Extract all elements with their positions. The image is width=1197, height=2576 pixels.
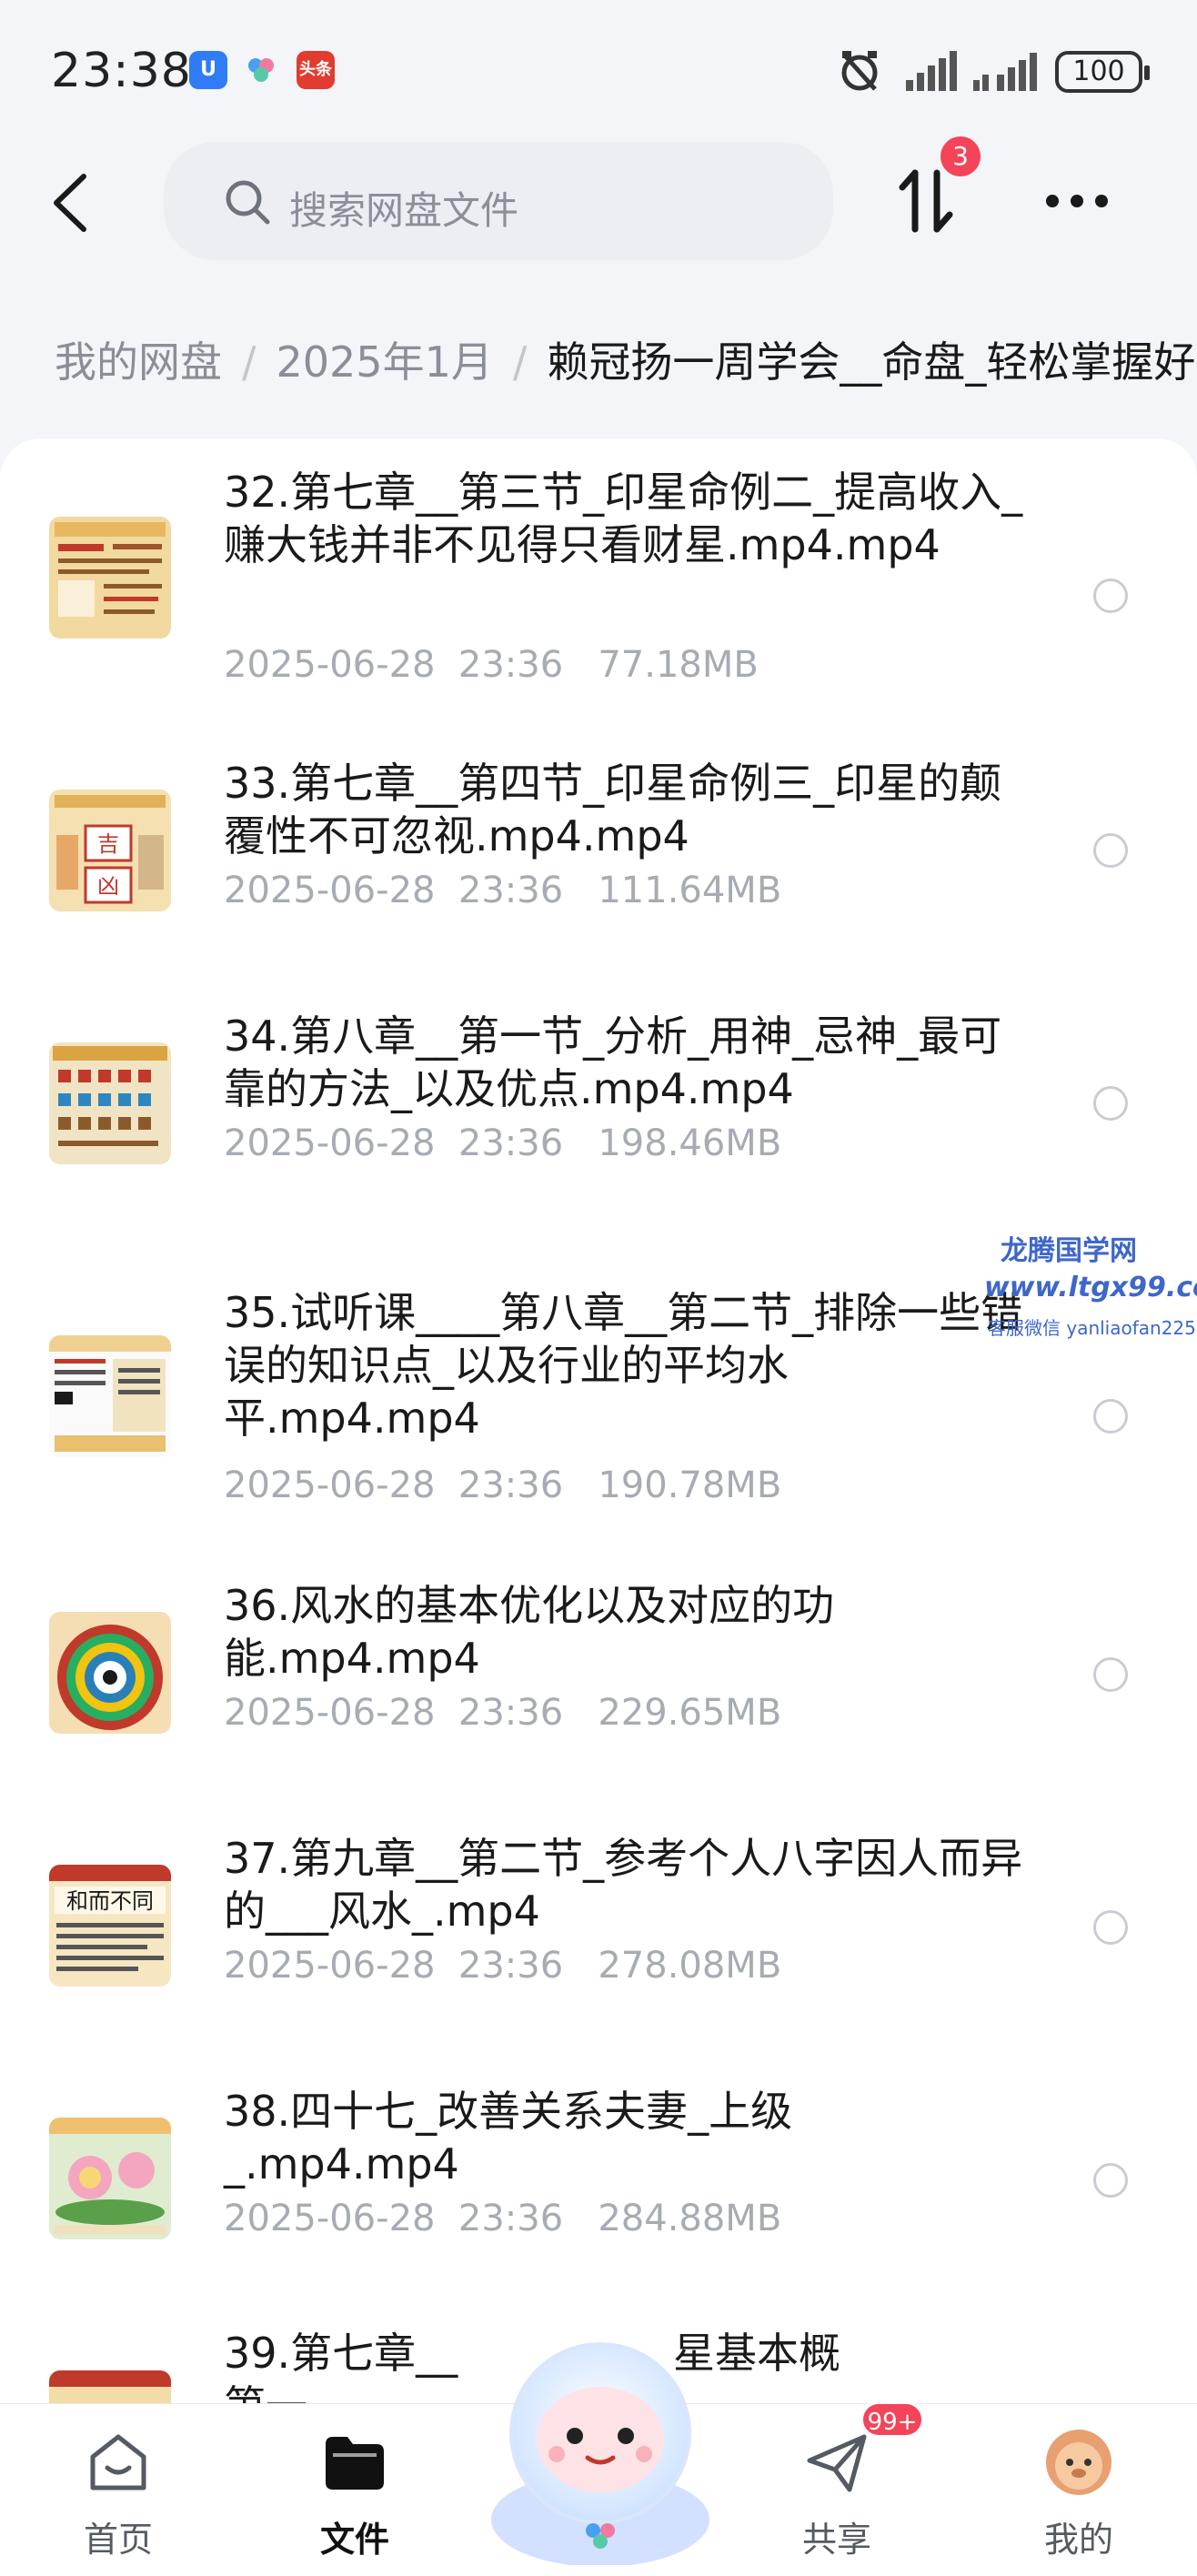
file-name[interactable]: 34.第八章__第一节_分析_用神_忌神_最可靠的方法_以及优点.mp4.mp4 [224, 1010, 1024, 1115]
more-icon[interactable] [1041, 191, 1113, 213]
news-app-icon: 头条 [297, 51, 335, 89]
file-meta: 2025-06-28 23:36 190.78MB [224, 1464, 782, 1506]
breadcrumb: 我的网盘 / 2025年1月 / 赖冠扬一周学会__命盘_轻松掌握好 [55, 329, 1197, 389]
svg-text:和而不同: 和而不同 [66, 1888, 154, 1914]
status-bar: 23:38 U 头条 100 [0, 0, 1197, 136]
breadcrumb-item-root[interactable]: 我的网盘 [55, 337, 222, 387]
file-name[interactable]: 39.第七章__第一 [224, 2327, 497, 2403]
video-thumbnail [49, 2118, 171, 2239]
file-name[interactable]: 32.第七章__第三节_印星命例二_提高收入_赚大钱并非不见得只看财星.mp4.… [224, 466, 1024, 571]
transfer-badge: 3 [940, 136, 981, 176]
select-radio[interactable] [1093, 833, 1128, 868]
tab-files[interactable]: 文件 [282, 2420, 428, 2566]
transfer-icon[interactable] [895, 164, 959, 236]
watermark-contact: 客服微信 yanliaofan225 [988, 1317, 1196, 1339]
search-input[interactable]: 搜索网盘文件 [164, 142, 833, 260]
tab-label: 首页 [83, 2520, 153, 2560]
search-placeholder: 搜索网盘文件 [289, 188, 519, 233]
file-name[interactable]: 38.四十七_改善关系夫妻_上级_.mp4.mp4 [224, 2085, 1024, 2190]
list-item[interactable]: 38.四十七_改善关系夫妻_上级_.mp4.mp4 2025-06-28 23:… [0, 2085, 1197, 2276]
avatar-icon [1044, 2428, 1113, 2497]
select-radio[interactable] [1093, 1086, 1128, 1121]
folder-icon [320, 2428, 389, 2497]
file-meta: 2025-06-28 23:36 77.18MB [224, 644, 759, 686]
share-badge: 99+ [860, 2401, 924, 2438]
file-name[interactable]: 35.试听课____第八章__第二节_排除一些错误的知识点_以及行业的平均水平.… [224, 1286, 1024, 1444]
video-thumbnail [49, 1042, 171, 1164]
battery-icon: 100 [1055, 51, 1150, 93]
file-meta: 2025-06-28 23:36 198.46MB [224, 1122, 782, 1164]
video-thumbnail [49, 517, 171, 639]
tab-home[interactable]: 首页 [45, 2420, 191, 2566]
video-thumbnail [49, 1335, 171, 1457]
list-item[interactable]: 34.第八章__第一节_分析_用神_忌神_最可靠的方法_以及优点.mp4.mp4… [0, 1011, 1197, 1219]
file-name[interactable]: 36.风水的基本优化以及对应的功能.mp4.mp4 [224, 1579, 1024, 1685]
select-radio[interactable] [1093, 579, 1128, 613]
svg-text:吉: 吉 [97, 831, 119, 857]
breadcrumb-separator: / [512, 337, 528, 387]
file-meta: 2025-06-28 23:36 111.64MB [224, 870, 782, 911]
file-meta: 2025-06-28 23:36 284.88MB [224, 2198, 782, 2239]
select-radio[interactable] [1093, 1910, 1128, 1945]
list-item[interactable]: 吉凶 33.第七章__第四节_印星命例三_印星的颠覆性不可忽视.mp4.mp4 … [0, 759, 1197, 966]
file-meta: 2025-06-28 23:36 278.08MB [224, 1945, 782, 1987]
signal-icon-2 [971, 47, 1041, 95]
select-radio[interactable] [1093, 2163, 1128, 2198]
svg-text:凶: 凶 [97, 873, 119, 899]
video-thumbnail: 吉凶 [49, 790, 171, 911]
assistant-mascot-icon[interactable] [482, 2338, 719, 2567]
share-icon [802, 2428, 871, 2497]
signal-icon [904, 47, 961, 95]
video-thumbnail [49, 1612, 171, 1734]
tab-label: 我的 [1043, 2520, 1113, 2560]
select-radio[interactable] [1093, 1657, 1128, 1692]
tab-label: 文件 [319, 2520, 389, 2560]
video-thumbnail [49, 2370, 171, 2403]
breadcrumb-item-current: 赖冠扬一周学会__命盘_轻松掌握好 [547, 337, 1196, 387]
breadcrumb-item-folder[interactable]: 2025年1月 [277, 337, 493, 387]
list-item[interactable]: 和而不同 37.第九章__第二节_参考个人八字因人而异的___风水_.mp4 2… [0, 1832, 1197, 2023]
list-item[interactable]: 32.第七章__第三节_印星命例二_提高收入_赚大钱并非不见得只看财星.mp4.… [0, 466, 1197, 739]
cloud-app-icon [242, 51, 280, 89]
select-radio[interactable] [1093, 1399, 1128, 1434]
watermark-title: 龙腾国学网 [1001, 1235, 1137, 1267]
back-icon[interactable] [47, 171, 98, 235]
tab-label: 共享 [801, 2520, 871, 2560]
tab-me[interactable]: 我的 [1006, 2420, 1152, 2566]
tab-share[interactable]: 共享 [764, 2420, 910, 2566]
home-icon [84, 2428, 153, 2497]
video-thumbnail: 和而不同 [49, 1865, 171, 1987]
status-time: 23:38 [51, 44, 192, 98]
search-icon [222, 176, 273, 227]
file-meta: 2025-06-28 23:36 229.65MB [224, 1692, 782, 1734]
breadcrumb-separator: / [242, 337, 256, 387]
file-name[interactable]: 33.第七章__第四节_印星命例三_印星的颠覆性不可忽视.mp4.mp4 [224, 757, 1024, 862]
file-name[interactable]: 37.第九章__第二节_参考个人八字因人而异的___风水_.mp4 [224, 1832, 1024, 1937]
app-notification-icon: U [189, 51, 227, 89]
file-list: 32.第七章__第三节_印星命例二_提高收入_赚大钱并非不见得只看财星.mp4.… [0, 438, 1197, 2403]
list-item[interactable]: 36.风水的基本优化以及对应的功能.mp4.mp4 2025-06-28 23:… [0, 1579, 1197, 1770]
watermark-url: www.ltgx99.com [984, 1272, 1197, 1303]
alarm-icon [839, 47, 880, 95]
